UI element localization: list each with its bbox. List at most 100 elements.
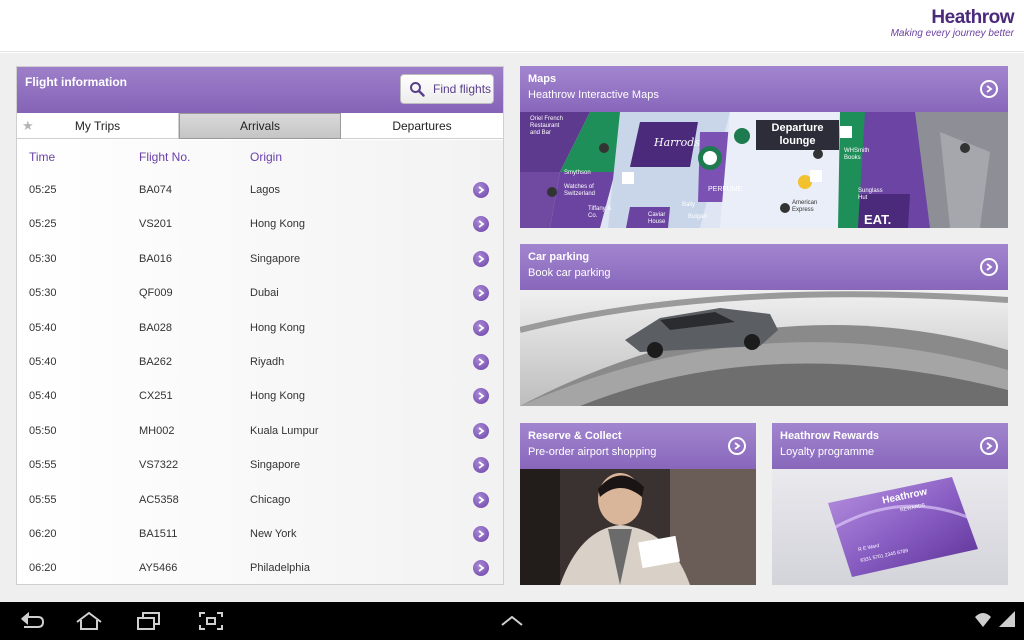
table-row[interactable]: 05:25 VS201 Hong Kong [17,207,503,241]
terminal-map-image[interactable]: Oriel French Restaurant and Bar Smythson… [520,112,1008,228]
reserve-card-header: Reserve & Collect Pre-order airport shop… [520,423,756,469]
column-header-flight: Flight No. [139,150,191,164]
chevron-right-icon[interactable] [473,285,489,302]
flight-number-cell: VS201 [139,218,173,231]
search-icon [410,82,425,97]
map-label-harrods: Harrods [654,136,700,149]
car-parking-card[interactable]: Car parking Book car parking [520,244,1008,406]
tab-departures[interactable]: Departures [341,113,503,139]
column-header-origin: Origin [250,150,283,164]
recent-apps-icon [137,612,160,630]
heathrow-rewards-card[interactable]: Heathrow Rewards Loyalty programme Heath… [772,423,1008,585]
flight-number-cell: BA028 [139,321,173,334]
origin-cell: Riyadh [250,356,285,368]
flight-information-panel: Flight information Find flights ★ My Tri… [16,66,504,585]
origin-cell: Hong Kong [250,218,306,231]
screenshot-button[interactable] [194,610,228,632]
flight-panel-title: Flight information [25,75,127,89]
chevron-right-icon[interactable] [473,457,489,474]
flight-number-cell: BA262 [139,356,173,368]
reserve-card-title: Reserve & Collect [528,430,622,442]
origin-cell: Philadelphia [250,562,310,575]
tab-my-trips[interactable]: ★ My Trips [17,113,179,139]
recent-apps-button[interactable] [132,610,166,632]
expand-button[interactable] [495,610,529,632]
brand-tagline: Making every journey better [890,28,1014,39]
chevron-right-icon[interactable] [473,250,489,267]
flight-number-cell: VS7322 [139,459,179,472]
departure-lounge-marker[interactable]: Departure lounge [756,120,839,150]
chevron-right-icon[interactable] [473,388,489,405]
reserve-collect-card[interactable]: Reserve & Collect Pre-order airport shop… [520,423,756,585]
map-label-eat: EAT. [864,212,892,227]
table-row[interactable]: 05:50 MH002 Kuala Lumpur [17,414,503,448]
flight-number-cell: BA016 [139,252,173,265]
flight-number-cell: BA074 [139,184,173,196]
back-button[interactable] [14,610,48,632]
signal-icon [999,611,1015,627]
table-row[interactable]: 05:25 BA074 Lagos [17,173,503,207]
time-cell: 06:20 [29,528,57,540]
table-row[interactable]: 05:40 BA028 Hong Kong [17,311,503,345]
reserve-card-subtitle: Pre-order airport shopping [528,446,657,458]
star-icon: ★ [22,118,34,133]
find-flights-button[interactable]: Find flights [400,74,494,104]
brand-name: Heathrow [931,7,1014,28]
wifi-icon [975,613,991,627]
flight-panel-header: Flight information Find flights [17,67,503,113]
map-label-perfume: PERFUME [708,186,743,193]
chevron-right-icon[interactable] [980,437,998,455]
origin-cell: Hong Kong [250,321,306,334]
chevron-right-icon[interactable] [728,437,746,455]
table-row[interactable]: 05:55 VS7322 Singapore [17,448,503,482]
chevron-right-icon[interactable] [473,526,489,542]
table-row[interactable]: 06:20 BA1511 New York [17,517,503,551]
map-label-amex: American Express [792,200,818,213]
screenshot-icon [199,612,223,630]
map-label-tiffany: Tiffany & Co. [588,206,612,219]
chevron-right-icon[interactable] [980,258,998,276]
time-cell: 06:20 [29,562,57,575]
table-row[interactable]: 05:30 QF009 Dubai [17,276,503,310]
chevron-right-icon[interactable] [980,80,998,98]
main-content: Flight information Find flights ★ My Tri… [0,53,1024,602]
chevron-right-icon[interactable] [473,216,489,233]
find-flights-label: Find flights [433,82,492,96]
table-row[interactable]: 05:55 AC5358 Chicago [17,483,503,517]
app-header: Heathrow Making every journey better [0,0,1024,52]
flight-number-cell: AY5466 [139,562,178,575]
table-row[interactable]: 05:40 CX251 Hong Kong [17,379,503,413]
tab-label: Departures [392,119,452,133]
flight-table[interactable]: Time Flight No. Origin 05:25 BA074 Lagos 05… [17,140,503,584]
origin-cell: Kuala Lumpur [250,424,319,437]
map-label-caviar: Caviar House [648,212,666,225]
origin-cell: Dubai [250,287,279,300]
table-row[interactable]: 05:40 BA262 Riyadh [17,345,503,379]
flight-number-cell: QF009 [139,287,173,300]
origin-cell: Singapore [250,459,301,472]
table-row[interactable]: 06:20 AY5466 Philadelphia [17,551,503,584]
chevron-right-icon[interactable] [473,354,489,370]
map-label-bally: Bally [682,202,696,208]
chevron-right-icon[interactable] [473,182,489,198]
chevron-up-icon [501,615,523,626]
shopping-image [520,469,756,585]
rewards-card-header: Heathrow Rewards Loyalty programme [772,423,1008,469]
parking-card-header: Car parking Book car parking [520,244,1008,290]
chevron-right-icon[interactable] [473,422,489,439]
maps-card[interactable]: Maps Heathrow Interactive Maps Oriel Fre… [520,66,1008,228]
chevron-right-icon[interactable] [473,319,489,336]
flight-tabs: ★ My Trips Arrivals Departures [17,113,503,139]
origin-cell: Hong Kong [250,390,306,403]
time-cell: 05:55 [29,459,57,472]
chevron-right-icon[interactable] [473,560,489,577]
column-header-time: Time [29,150,56,164]
heathrow-logo[interactable]: Heathrow Making every journey better [890,7,1015,39]
table-row[interactable]: 05:30 BA016 Singapore [17,242,503,276]
chevron-right-icon[interactable] [473,491,489,508]
map-label-whsmith: WHSmith Books [844,148,870,161]
home-button[interactable] [72,610,106,632]
tab-arrivals[interactable]: Arrivals [179,113,341,139]
time-cell: 05:50 [29,424,57,437]
maps-card-header: Maps Heathrow Interactive Maps [520,66,1008,112]
